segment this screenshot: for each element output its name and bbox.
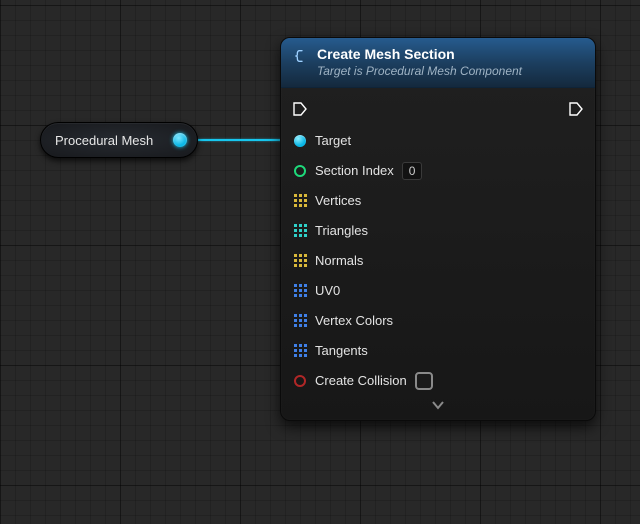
- pin-vertex-colors[interactable]: [293, 314, 307, 328]
- output-pin-object[interactable]: [173, 133, 187, 147]
- function-node-subtitle: Target is Procedural Mesh Component: [317, 64, 522, 79]
- pin-row-create-collision: Create Collision: [293, 366, 583, 396]
- pin-section-index[interactable]: [293, 164, 307, 178]
- pin-label-triangles: Triangles: [315, 223, 368, 238]
- pin-tangents[interactable]: [293, 344, 307, 358]
- function-node-body: Target Section Index 0 Vertices Triangle…: [281, 88, 595, 420]
- exec-pin-out[interactable]: [569, 102, 583, 116]
- pin-label-normals: Normals: [315, 253, 363, 268]
- pin-label-vertices: Vertices: [315, 193, 361, 208]
- pin-label-vertex-colors: Vertex Colors: [315, 313, 393, 328]
- function-node-header[interactable]: Create Mesh Section Target is Procedural…: [281, 38, 595, 88]
- function-node-title: Create Mesh Section: [317, 46, 522, 64]
- variable-node-procedural-mesh[interactable]: Procedural Mesh: [40, 122, 198, 158]
- pin-vertices[interactable]: [293, 194, 307, 208]
- pin-row-section-index: Section Index 0: [293, 156, 583, 186]
- pin-row-vertices: Vertices: [293, 186, 583, 216]
- function-icon: [291, 47, 309, 65]
- pin-create-collision[interactable]: [293, 374, 307, 388]
- pin-normals[interactable]: [293, 254, 307, 268]
- pin-triangles[interactable]: [293, 224, 307, 238]
- exec-pin-in[interactable]: [293, 102, 307, 116]
- pin-label-target: Target: [315, 133, 351, 148]
- pin-label-section-index: Section Index: [315, 163, 394, 178]
- pin-uv0[interactable]: [293, 284, 307, 298]
- pin-row-vertex-colors: Vertex Colors: [293, 306, 583, 336]
- pin-label-create-collision: Create Collision: [315, 373, 407, 388]
- pin-row-tangents: Tangents: [293, 336, 583, 366]
- pin-row-normals: Normals: [293, 246, 583, 276]
- variable-node-label: Procedural Mesh: [55, 133, 153, 148]
- create-collision-checkbox[interactable]: [415, 372, 433, 390]
- pin-row-uv0: UV0: [293, 276, 583, 306]
- pin-label-uv0: UV0: [315, 283, 340, 298]
- wire-proceduralmesh-to-target: [194, 139, 286, 141]
- section-index-field[interactable]: 0: [402, 162, 423, 180]
- function-node-create-mesh-section[interactable]: Create Mesh Section Target is Procedural…: [280, 37, 596, 421]
- pin-row-target: Target: [293, 126, 583, 156]
- pin-row-triangles: Triangles: [293, 216, 583, 246]
- pin-target[interactable]: [293, 134, 307, 148]
- pin-label-tangents: Tangents: [315, 343, 368, 358]
- expand-node-button[interactable]: [293, 396, 583, 412]
